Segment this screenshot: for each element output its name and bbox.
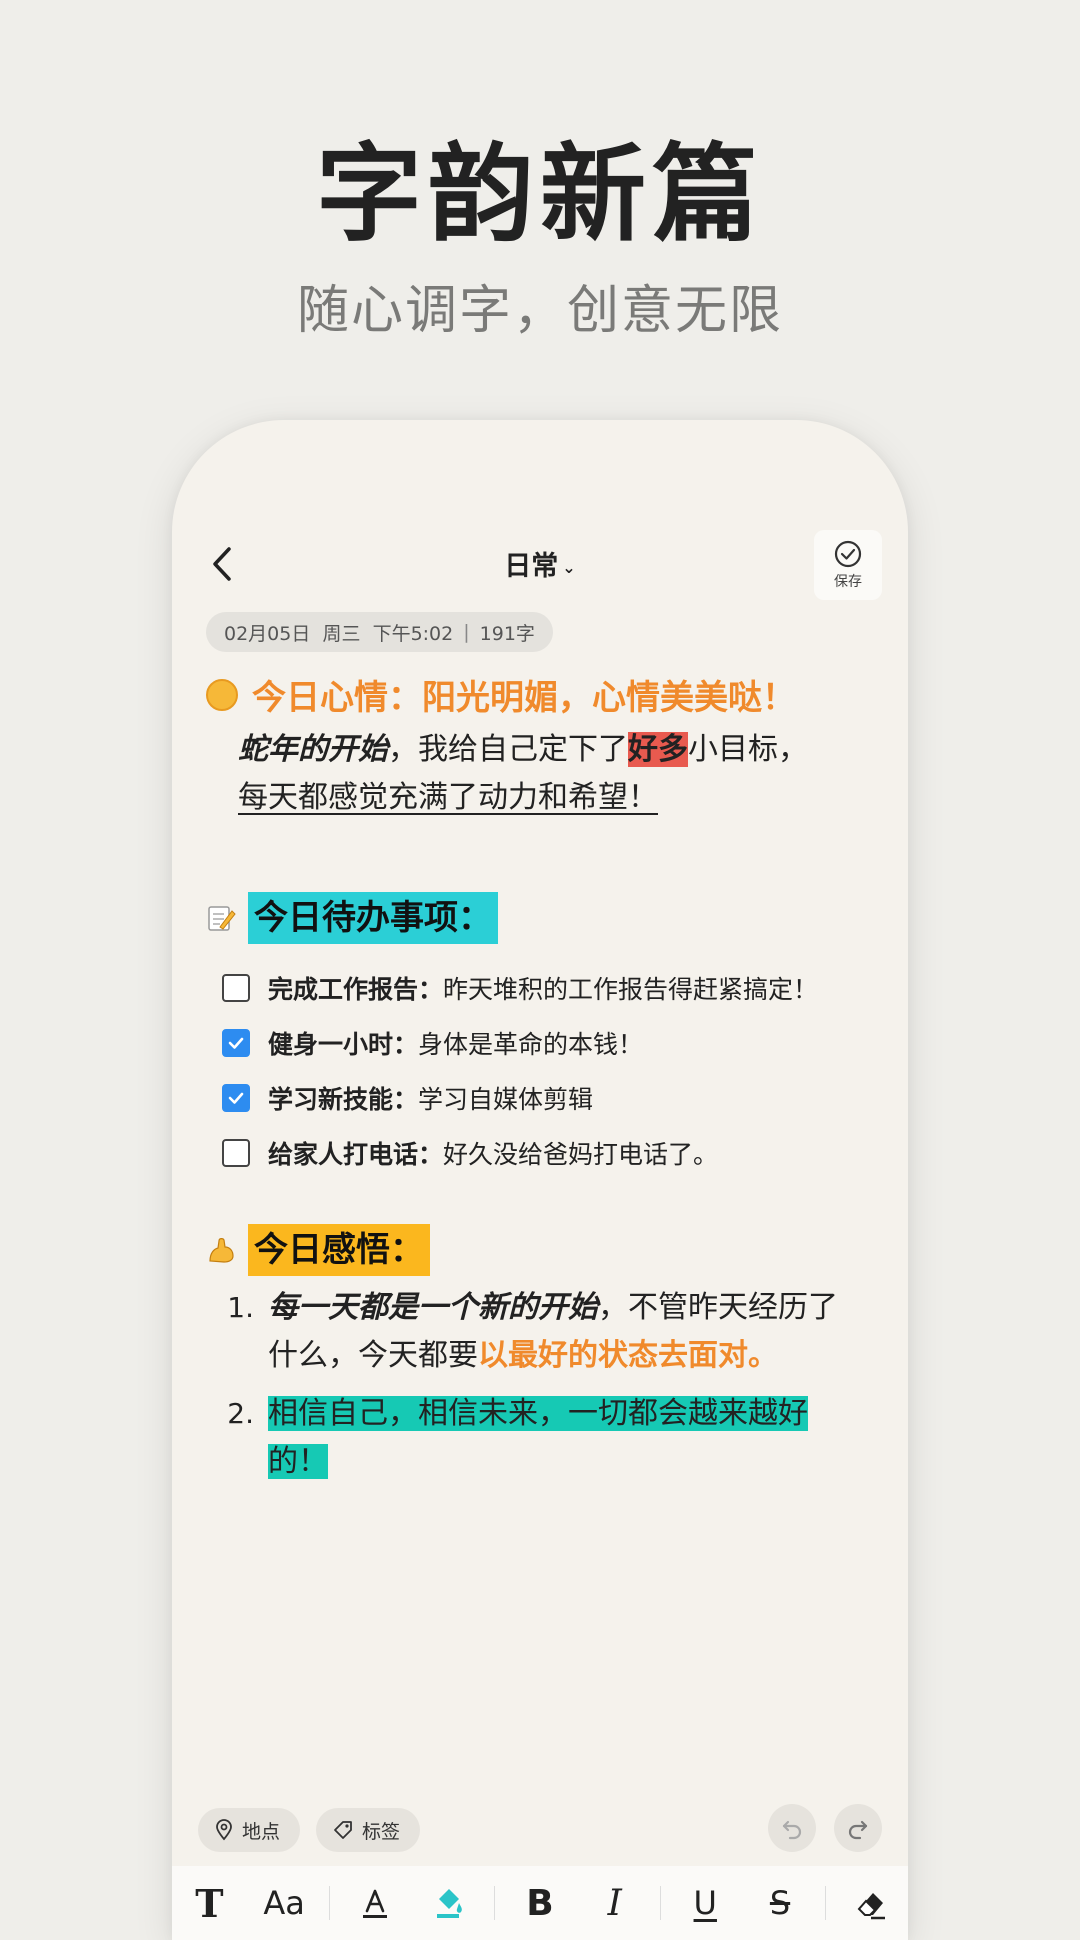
- category-selector[interactable]: 日常 ⌄: [172, 544, 908, 583]
- strike-label: S: [769, 1884, 791, 1922]
- italic-button[interactable]: I: [585, 1873, 645, 1933]
- todo-title: 给家人打电话：: [268, 1139, 444, 1169]
- chip-row: 地点 标签: [198, 1808, 436, 1852]
- todo-item[interactable]: 给家人打电话： 好久没给爸妈打电话了。: [222, 1125, 882, 1180]
- todo-header-text: 今日待办事项：: [248, 892, 498, 944]
- phone-frame: 日常 ⌄ 保存 02月05日 周三 下午5:02 | 191字 今日心情：阳光明媚，心…: [172, 420, 908, 1940]
- list-number: 2.: [227, 1397, 254, 1430]
- todo-desc: 身体是革命的本钱！: [418, 1029, 644, 1059]
- para-text: ，我给自己定下了: [388, 732, 628, 767]
- save-button[interactable]: 保存: [814, 530, 882, 600]
- font-size-label: Aa: [263, 1884, 305, 1922]
- todo-checkbox[interactable]: [222, 973, 250, 1002]
- toolbar-divider: [824, 1886, 826, 1920]
- para-text-end: 小目标，: [688, 732, 808, 767]
- undo-redo-group: [750, 1804, 882, 1852]
- undo-icon: [782, 1820, 802, 1840]
- location-label: 地点: [242, 1820, 281, 1843]
- tag-chip[interactable]: 标签: [316, 1808, 421, 1852]
- check-circle-icon: [834, 540, 862, 568]
- list-teal-highlight: 相信自己，相信未来，一切都会越来越好的！: [268, 1396, 808, 1479]
- highlight-fill-button[interactable]: [419, 1873, 479, 1933]
- category-title: 日常: [504, 551, 559, 582]
- todo-desc: 昨天堆积的工作报告得赶紧搞定！: [443, 974, 819, 1004]
- list-item[interactable]: 2. 相信自己，相信未来，一切都会越来越好的！: [212, 1390, 872, 1486]
- format-toolbar: T Aa B I U S: [172, 1866, 908, 1940]
- text-color-icon: [362, 1889, 387, 1918]
- todo-checkbox-checked[interactable]: [222, 1083, 250, 1112]
- redo-button[interactable]: [834, 1804, 882, 1852]
- meta-date: 02月05日: [224, 622, 311, 645]
- hero-subtitle: 随心调字，创意无限: [296, 281, 783, 341]
- list-text: 相信自己，相信未来，一切都会越来越好的！: [268, 1390, 858, 1486]
- para-underlined: 每天都感觉充满了动力和希望！: [238, 780, 658, 815]
- insight-section-header[interactable]: 今日感悟：: [206, 1224, 430, 1276]
- paint-bucket-icon: [437, 1889, 463, 1918]
- todo-section-header[interactable]: 今日待办事项：: [206, 892, 498, 944]
- meta-word-count: 191字: [479, 622, 535, 645]
- list-item[interactable]: 1. 每一天都是一个新的开始，不管昨天经历了什么，今天都要以最好的状态去面对。: [212, 1284, 872, 1380]
- todo-desc: 好久没给爸妈打电话了。: [443, 1139, 719, 1169]
- meta-weekday: 周三: [322, 622, 361, 645]
- note-meta: 02月05日 周三 下午5:02 | 191字: [206, 612, 553, 652]
- checkmark-icon: [228, 1092, 244, 1104]
- bold-button[interactable]: B: [510, 1873, 570, 1933]
- chevron-down-icon: ⌄: [562, 558, 576, 577]
- location-chip[interactable]: 地点: [198, 1808, 301, 1852]
- todo-title: 健身一小时：: [268, 1029, 419, 1059]
- font-size-button[interactable]: Aa: [254, 1873, 314, 1933]
- todo-checkbox[interactable]: [222, 1138, 250, 1167]
- memo-emoji-icon: [206, 903, 236, 933]
- undo-button[interactable]: [768, 1804, 816, 1852]
- text-style-button[interactable]: T: [179, 1873, 239, 1933]
- todo-item[interactable]: 完成工作报告： 昨天堆积的工作报告得赶紧搞定！: [222, 960, 882, 1015]
- flexed-arm-emoji-icon: [206, 1235, 236, 1265]
- tag-label: 标签: [362, 1820, 401, 1843]
- italic-label: I: [607, 1882, 622, 1924]
- todo-title: 学习新技能：: [268, 1084, 419, 1114]
- mood-line[interactable]: 今日心情：阳光明媚，心情美美哒！: [206, 670, 796, 719]
- todo-list: 完成工作报告： 昨天堆积的工作报告得赶紧搞定！ 健身一小时： 身体是革命的本钱！ 学…: [222, 960, 882, 1180]
- underline-label: U: [693, 1884, 717, 1922]
- strikethrough-button[interactable]: S: [750, 1873, 810, 1933]
- text-color-button[interactable]: [345, 1873, 405, 1933]
- eraser-icon: [857, 1893, 885, 1920]
- todo-item[interactable]: 学习新技能： 学习自媒体剪辑: [222, 1070, 882, 1125]
- intro-paragraph[interactable]: 蛇年的开始，我给自己定下了好多小目标， 每天都感觉充满了动力和希望！: [238, 726, 878, 822]
- checkmark-icon: [228, 1037, 244, 1049]
- redo-icon: [848, 1820, 868, 1840]
- meta-time: 下午5:02: [372, 622, 454, 645]
- location-pin-icon: [216, 1819, 232, 1841]
- toolbar-divider: [328, 1886, 330, 1920]
- toolbar-divider: [659, 1886, 661, 1920]
- text-style-label: T: [195, 1880, 224, 1926]
- para-styled-text: 蛇年的开始: [238, 732, 388, 767]
- todo-title: 完成工作报告：: [268, 974, 444, 1004]
- underline-button[interactable]: U: [675, 1873, 735, 1933]
- mood-text: 今日心情：阳光明媚，心情美美哒！: [252, 678, 796, 718]
- todo-checkbox-checked[interactable]: [222, 1028, 250, 1057]
- list-orange: 以最好的状态去面对。: [478, 1338, 778, 1373]
- tag-icon: [334, 1821, 352, 1839]
- insight-header-text: 今日感悟：: [248, 1224, 430, 1276]
- list-bold-italic: 每一天都是一个新的开始: [268, 1290, 598, 1325]
- save-label: 保存: [834, 574, 862, 590]
- list-number: 1.: [227, 1291, 254, 1324]
- hero-title: 字韵新篇: [316, 133, 764, 256]
- sun-emoji-icon: [206, 678, 238, 711]
- para-highlight: 好多: [628, 732, 688, 767]
- bold-label: B: [526, 1882, 554, 1924]
- meta-separator: |: [463, 621, 470, 643]
- clear-format-button[interactable]: [841, 1873, 901, 1933]
- todo-desc: 学习自媒体剪辑: [418, 1084, 594, 1114]
- toolbar-divider: [494, 1886, 496, 1920]
- list-text: 每一天都是一个新的开始，不管昨天经历了什么，今天都要以最好的状态去面对。: [268, 1284, 858, 1380]
- todo-item[interactable]: 健身一小时： 身体是革命的本钱！: [222, 1015, 882, 1070]
- insight-list: 1. 每一天都是一个新的开始，不管昨天经历了什么，今天都要以最好的状态去面对。 …: [212, 1284, 872, 1496]
